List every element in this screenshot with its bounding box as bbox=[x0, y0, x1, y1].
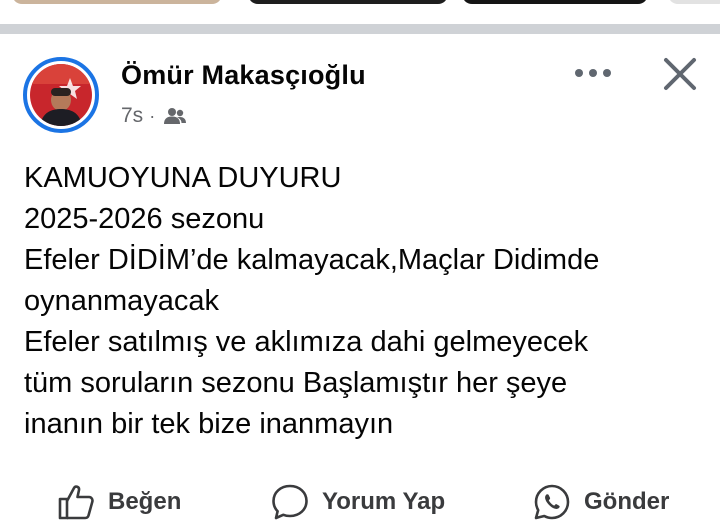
thumbs-up-icon bbox=[58, 485, 94, 520]
author-name[interactable]: Ömür Makasçıoğlu bbox=[121, 60, 366, 91]
like-button[interactable]: Beğen bbox=[56, 482, 181, 522]
post-meta: 7s · bbox=[121, 104, 187, 128]
story-card[interactable] bbox=[12, 0, 222, 4]
whatsapp-icon bbox=[534, 484, 570, 520]
meta-separator: · bbox=[149, 105, 156, 126]
like-label: Beğen bbox=[108, 488, 182, 515]
post-text-line: 2025-2026 sezonu bbox=[24, 203, 265, 235]
post-text-line: oynanmayacak bbox=[24, 285, 220, 317]
post-text-line: Efeler DİDİM’de kalmayacak,Maçlar Didimd… bbox=[24, 244, 600, 276]
story-card[interactable] bbox=[462, 0, 648, 4]
more-dots-icon bbox=[575, 69, 611, 77]
post-actions: Beğen Yorum Yap Gönder bbox=[0, 474, 720, 527]
feed-separator bbox=[0, 24, 720, 34]
story-card[interactable] bbox=[668, 0, 720, 4]
post-text-line: KAMUOYUNA DUYURU bbox=[24, 162, 342, 194]
stories-strip bbox=[0, 0, 720, 22]
post-text-line: Efeler satılmış ve aklımıza dahi gelmeye… bbox=[24, 326, 589, 358]
comment-label: Yorum Yap bbox=[322, 488, 446, 515]
comment-button[interactable]: Yorum Yap bbox=[270, 482, 445, 522]
post-text-line: inanın bir tek bize inanmayın bbox=[24, 408, 394, 440]
post-text-line: tüm soruların sezonu Başlamıştır her şey… bbox=[24, 367, 568, 399]
avatar bbox=[30, 64, 92, 126]
comment-bubble-icon bbox=[272, 484, 308, 520]
story-card[interactable] bbox=[248, 0, 448, 4]
friends-icon[interactable] bbox=[163, 106, 187, 126]
post-timestamp[interactable]: 7s bbox=[121, 104, 143, 128]
post-text: KAMUOYUNA DUYURU 2025-2026 sezonu Efeler… bbox=[24, 158, 704, 445]
post-card: Ömür Makasçıoğlu 7s · KAMUOYUNA DUYURU 2… bbox=[0, 34, 720, 527]
avatar-story-ring[interactable] bbox=[23, 57, 99, 133]
send-label: Gönder bbox=[584, 488, 670, 515]
close-icon bbox=[664, 58, 696, 90]
more-options-button[interactable] bbox=[570, 56, 616, 90]
send-button[interactable]: Gönder bbox=[532, 482, 669, 522]
close-button[interactable] bbox=[656, 50, 704, 98]
